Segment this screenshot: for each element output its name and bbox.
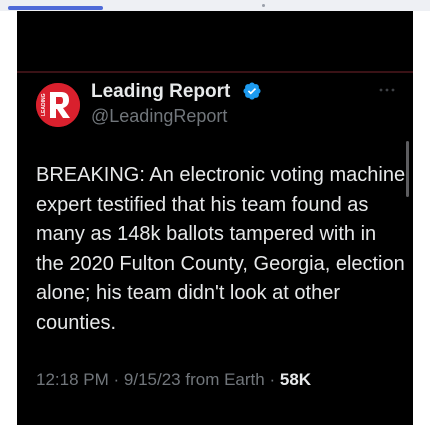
top-browser-strip — [0, 0, 430, 11]
handle[interactable]: @LeadingReport — [91, 105, 227, 127]
svg-text:LEADING: LEADING — [41, 93, 47, 116]
tweet-meta: 12:18 PM · 9/15/23 from Earth · 58K — [36, 369, 311, 391]
scrollbar[interactable] — [406, 141, 409, 197]
top-progress-accent — [8, 6, 103, 10]
tweet-source: from Earth — [185, 370, 265, 389]
top-indicator-dot — [262, 4, 265, 7]
views-count[interactable]: 58K — [280, 370, 311, 389]
avatar[interactable]: LEADING — [36, 83, 80, 127]
tweet-date[interactable]: 9/15/23 — [124, 370, 181, 389]
header-divider — [17, 71, 413, 73]
tweet-text: BREAKING: An electronic voting machine e… — [36, 164, 406, 334]
leading-report-logo-icon: LEADING — [36, 83, 80, 127]
display-name[interactable]: Leading Report — [91, 80, 230, 104]
more-options-icon[interactable] — [379, 88, 395, 92]
verified-badge-icon — [243, 82, 261, 100]
tweet-card: LEADING Leading Report @LeadingReport BR… — [17, 11, 413, 425]
meta-separator: · — [113, 370, 120, 389]
meta-separator: · — [269, 370, 276, 389]
tweet-time[interactable]: 12:18 PM — [36, 370, 109, 389]
